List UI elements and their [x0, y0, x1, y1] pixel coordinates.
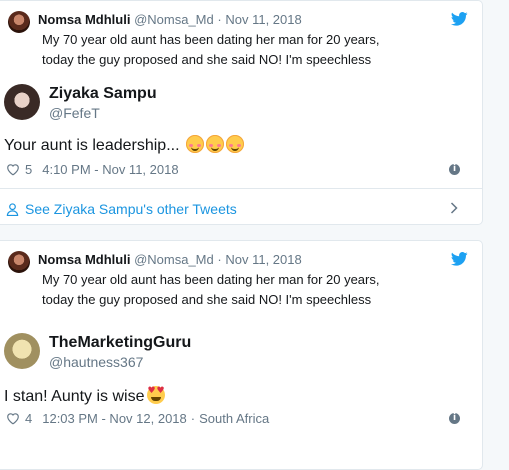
twitter-bird-icon[interactable] — [451, 12, 468, 26]
smiling-blush-emoji-icon — [225, 135, 244, 153]
dot-separator: · — [217, 12, 222, 27]
author-handle[interactable]: @FefeT — [49, 105, 100, 121]
quoted-author-name: Nomsa Mdhluli — [38, 12, 131, 27]
quoted-author-avatar — [8, 251, 30, 273]
dot-separator: · — [217, 252, 222, 267]
info-icon[interactable]: i — [449, 413, 460, 424]
quoted-tweet-header: Nomsa Mdhluli @Nomsa_Md · Nov 11, 2018 — [38, 252, 302, 267]
quoted-tweet-date: Nov 11, 2018 — [225, 252, 302, 267]
quoted-author-handle: @Nomsa_Md — [134, 252, 214, 267]
like-count[interactable]: 4 — [25, 411, 32, 426]
tweet-location[interactable]: South Africa — [199, 411, 269, 426]
divider — [0, 188, 482, 189]
tweet-text: Your aunt is leadership... — [4, 135, 244, 155]
chevron-right-icon[interactable] — [450, 202, 458, 214]
author-handle[interactable]: @hautness367 — [49, 354, 143, 370]
author-name[interactable]: Ziyaka Sampu — [49, 85, 157, 103]
dot-separator: · — [190, 411, 196, 426]
quoted-tweet-text: My 70 year old aunt has been dating her … — [42, 32, 380, 67]
quoted-author-avatar — [8, 11, 30, 33]
heart-eyes-emoji-icon — [146, 386, 165, 404]
tweet-meta: 5 4:10 PM - Nov 11, 2018 — [6, 162, 179, 177]
author-avatar[interactable] — [4, 84, 40, 120]
tweet-timestamp[interactable]: 4:10 PM - Nov 11, 2018 — [42, 162, 178, 177]
tweet-text-content: Your aunt is leadership... — [4, 137, 180, 154]
tweet-text: I stan! Aunty is wise — [4, 386, 165, 406]
tweet-timestamp[interactable]: 12:03 PM - Nov 12, 2018 — [42, 411, 187, 426]
see-other-tweets-label[interactable]: See Ziyaka Sampu's other Tweets — [25, 201, 237, 217]
twitter-bird-icon[interactable] — [451, 252, 468, 266]
like-count[interactable]: 5 — [25, 162, 32, 177]
quoted-tweet-header: Nomsa Mdhluli @Nomsa_Md · Nov 11, 2018 — [38, 12, 302, 27]
quoted-author-handle: @Nomsa_Md — [134, 12, 214, 27]
embedded-tweet-card: Nomsa Mdhluli @Nomsa_Md · Nov 11, 2018 M… — [0, 240, 483, 470]
quoted-author-name: Nomsa Mdhluli — [38, 252, 131, 267]
info-icon[interactable]: i — [449, 164, 460, 175]
quoted-tweet-text: My 70 year old aunt has been dating her … — [42, 272, 380, 307]
heart-icon[interactable] — [6, 412, 20, 425]
tweet-meta: 4 12:03 PM - Nov 12, 2018 · South Africa — [6, 411, 269, 426]
author-avatar[interactable] — [4, 333, 40, 369]
smiling-blush-emoji-icon — [205, 135, 224, 153]
author-name[interactable]: TheMarketingGuru — [49, 334, 191, 352]
heart-icon[interactable] — [6, 163, 20, 176]
smiling-blush-emoji-icon — [185, 135, 204, 153]
quoted-tweet-date: Nov 11, 2018 — [225, 12, 302, 27]
see-other-tweets-link[interactable]: See Ziyaka Sampu's other Tweets — [6, 201, 237, 217]
person-icon — [6, 202, 19, 216]
embedded-tweet-card: Nomsa Mdhluli @Nomsa_Md · Nov 11, 2018 M… — [0, 0, 483, 225]
tweet-text-content: I stan! Aunty is wise — [4, 388, 145, 405]
